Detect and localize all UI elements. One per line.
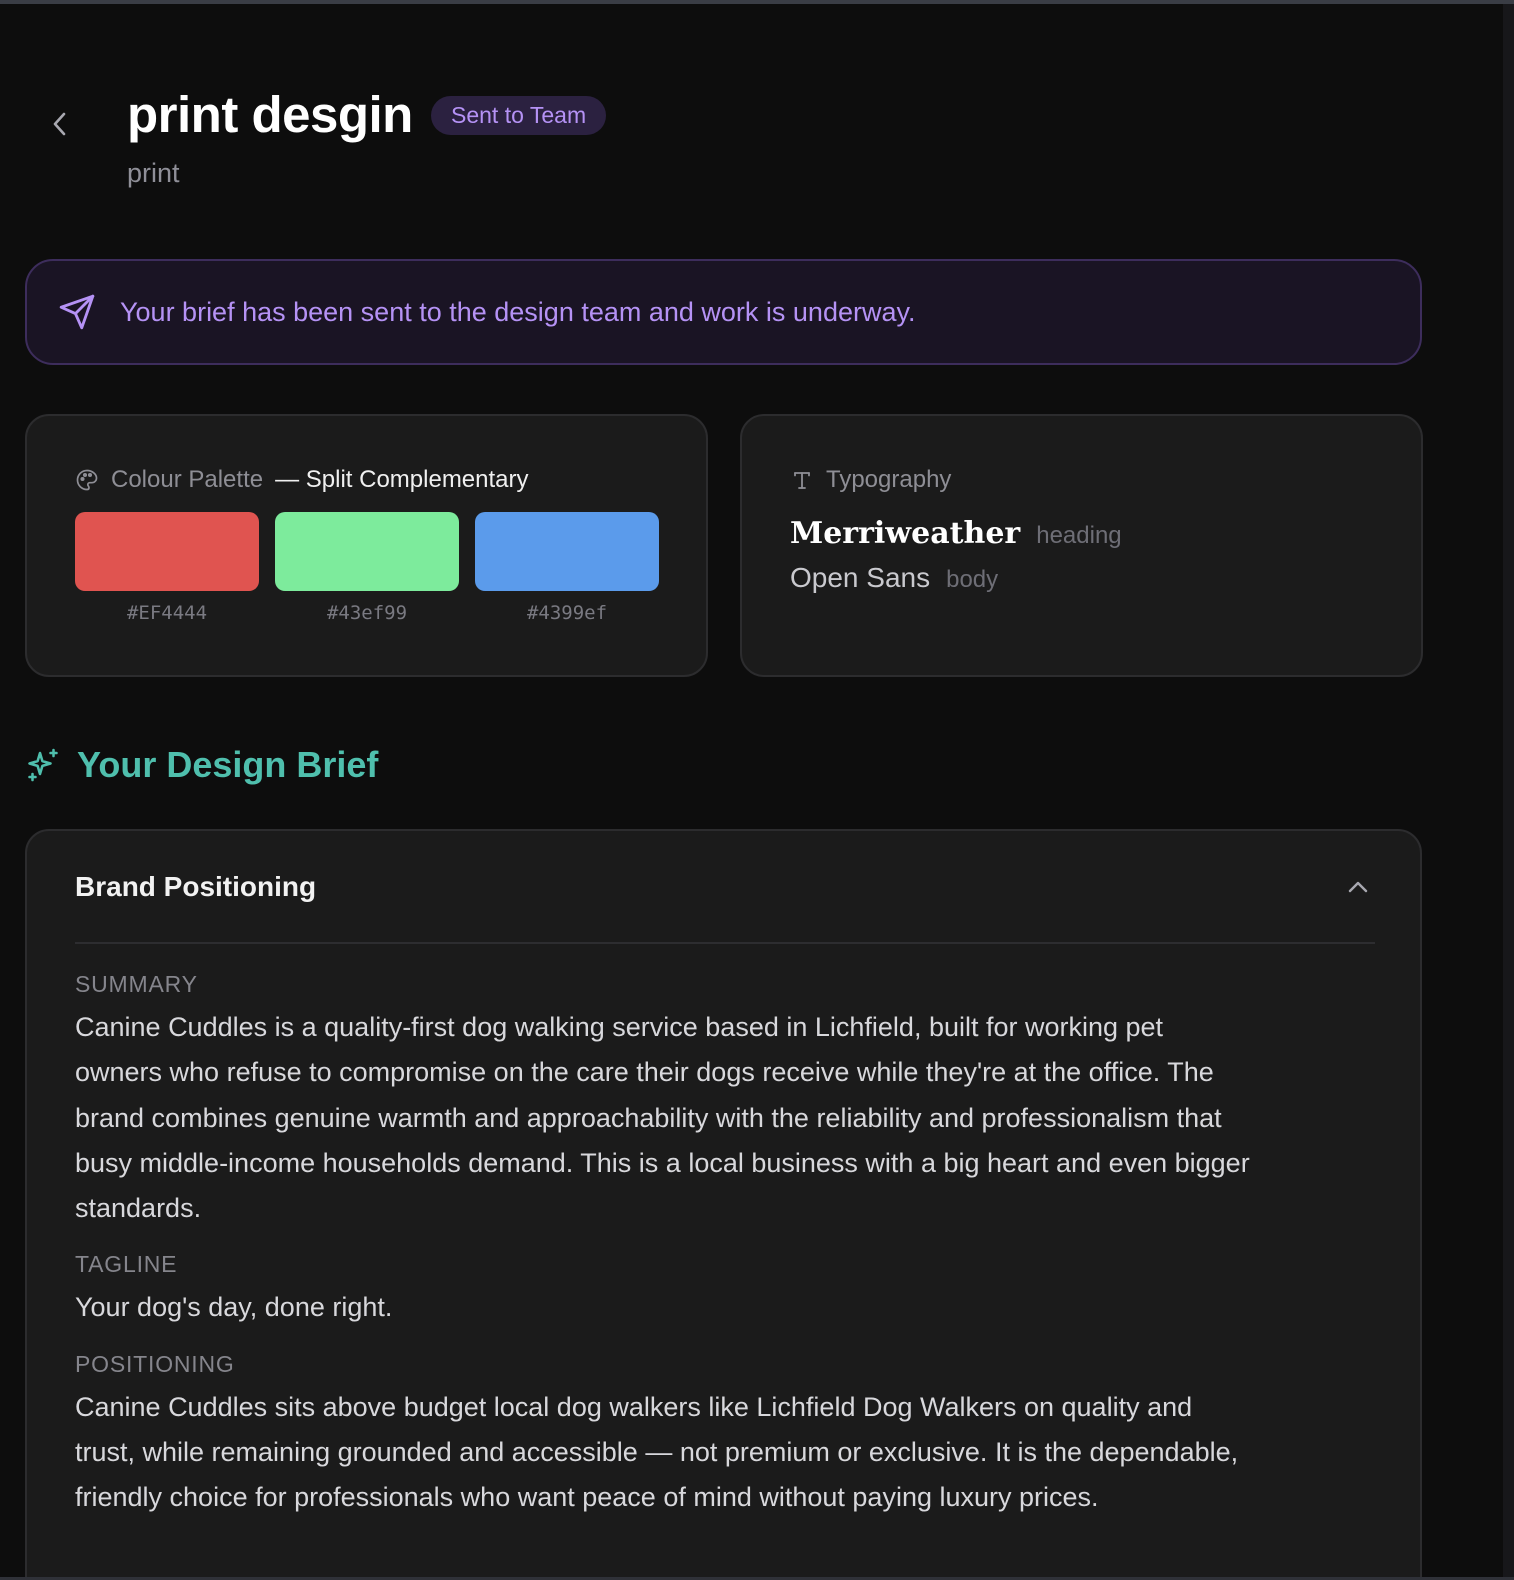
text-line: busy middle-income households demand. Th… (75, 1147, 1250, 1178)
accordion-header[interactable]: Brand Positioning (75, 831, 1375, 944)
text-line: owners who refuse to compromise on the c… (75, 1057, 1214, 1088)
palette-scheme: — Split Complementary (275, 466, 529, 493)
typography-header: Typography (790, 466, 951, 494)
colour-swatch[interactable] (75, 512, 259, 591)
field-label: SUMMARY (75, 971, 198, 997)
text-line: standards. (75, 1193, 202, 1224)
heading-font-role: heading (1036, 522, 1122, 549)
text-line: Canine Cuddles is a quality-first dog wa… (75, 1012, 1164, 1042)
positioning-field: POSITIONING Canine Cuddles sits above bu… (75, 1347, 1385, 1521)
text-line: Your dog's day, done right. (75, 1292, 393, 1323)
text-line: brand combines genuine warmth and approa… (75, 1102, 1222, 1133)
accordion-title: Brand Positioning (75, 870, 317, 902)
page-subtitle: print (127, 158, 180, 188)
swatch-hex: #EF4444 (126, 602, 208, 624)
typography-label: Typography (826, 466, 952, 493)
palette-icon (75, 467, 101, 493)
text-line: trust, while remaining grounded and acce… (75, 1437, 1239, 1468)
heading-font-row: Merriweather heading (790, 516, 1122, 551)
body-font-row: Open Sans body (790, 562, 998, 594)
body-font-role: body (946, 566, 999, 593)
field-text: Your dog's day, done right. (75, 1285, 1385, 1330)
palette-label: Colour Palette (111, 466, 264, 493)
swatch-hex: #43ef99 (326, 602, 408, 624)
banner-message: Your brief has been sent to the design t… (120, 296, 916, 327)
chevron-left-icon (50, 108, 70, 145)
colour-swatch[interactable] (475, 512, 659, 591)
section-title: Your Design Brief (77, 744, 379, 785)
send-icon (58, 292, 98, 332)
swatch-item: #4399ef (475, 512, 659, 624)
status-badge: Sent to Team (431, 96, 607, 135)
field-text: Canine Cuddles sits above budget local d… (75, 1385, 1385, 1521)
window-top-border (0, 0, 1514, 4)
colour-swatch[interactable] (275, 512, 459, 591)
back-button[interactable] (44, 110, 76, 142)
design-brief-heading: Your Design Brief (25, 744, 378, 786)
accordion-body: SUMMARY Canine Cuddles is a quality-firs… (75, 967, 1385, 1537)
field-label: POSITIONING (75, 1350, 235, 1377)
colour-palette-card: Colour Palette — Split Complementary #EF… (25, 414, 708, 677)
summary-field: SUMMARY Canine Cuddles is a quality-firs… (75, 967, 1385, 1231)
heading-font-name: Merriweather (790, 516, 1021, 551)
field-label: TAGLINE (75, 1251, 178, 1278)
page: print desgin Sent to Team print Your bri… (0, 0, 1514, 1580)
swatch-row: #EF4444 #43ef99 #4399ef (75, 512, 659, 624)
field-text: Canine Cuddles is a quality-first dog wa… (75, 1005, 1385, 1231)
swatch-hex: #4399ef (526, 602, 608, 624)
sparkles-icon (25, 746, 63, 784)
scrollbar-track[interactable] (1503, 4, 1514, 1580)
tagline-field: TAGLINE Your dog's day, done right. (75, 1247, 1385, 1330)
swatch-item: #43ef99 (275, 512, 459, 624)
brand-positioning-panel: Brand Positioning SUMMARY Canine Cuddles… (25, 829, 1422, 1580)
body-font-name: Open Sans (790, 562, 931, 593)
chevron-up-icon[interactable] (1343, 872, 1373, 902)
text-line: friendly choice for professionals who wa… (75, 1482, 1099, 1513)
swatch-item: #EF4444 (75, 512, 259, 624)
page-title: print desgin (127, 86, 413, 143)
sent-notice-banner: Your brief has been sent to the design t… (25, 259, 1422, 365)
type-icon (790, 467, 816, 493)
palette-header: Colour Palette — Split Complementary (75, 466, 529, 494)
text-line: Canine Cuddles sits above budget local d… (75, 1391, 1193, 1422)
typography-card: Typography Merriweather heading Open San… (740, 414, 1423, 677)
